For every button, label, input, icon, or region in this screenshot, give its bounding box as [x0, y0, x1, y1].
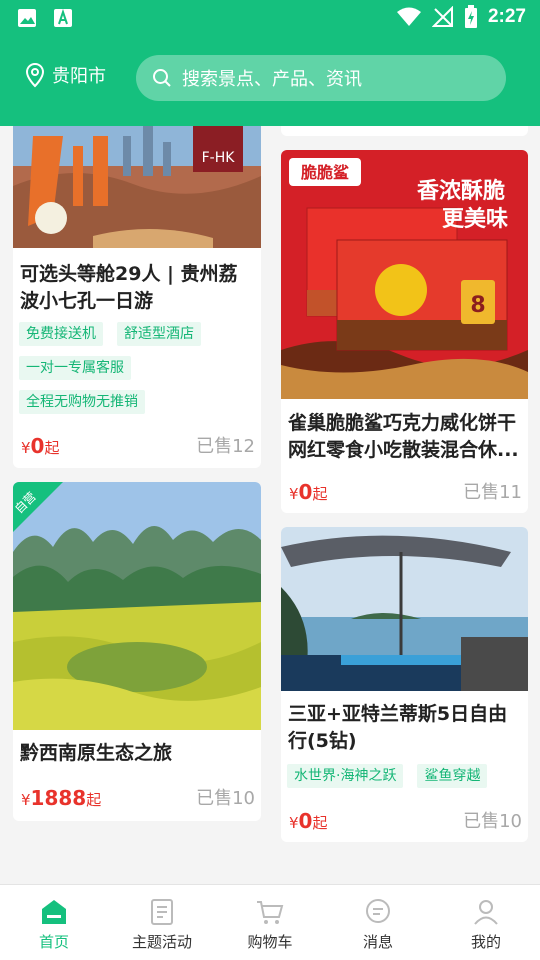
- tag-list: 水世界·海神之跃 鲨鱼穿越: [287, 764, 522, 788]
- tab-home[interactable]: 首页: [0, 885, 108, 960]
- product-feed[interactable]: F-HK 可选头等舱29人 | 贵州荔波小七孔一日游 免费接送机 舒适型酒店 一…: [0, 126, 540, 884]
- sold-count: 已售11: [463, 482, 522, 503]
- feature-tag: 全程无购物无推销: [19, 390, 145, 414]
- wifi-icon: [396, 7, 421, 26]
- price: ¥0起: [289, 809, 327, 833]
- product-title[interactable]: 可选头等舱29人 | 贵州荔波小七孔一日游: [20, 261, 254, 315]
- product-title[interactable]: 三亚+亚特兰蒂斯5日自由行(5钻): [288, 701, 521, 755]
- product-image: [281, 527, 528, 691]
- price-suffix: 起: [86, 791, 102, 809]
- tab-label: 购物车: [247, 933, 293, 951]
- home-icon: [42, 900, 66, 924]
- top-header: 贵阳市 搜索景点、产品、资讯: [0, 36, 540, 126]
- tab-cart[interactable]: 购物车: [216, 885, 324, 960]
- product-card[interactable]: F-HK 可选头等舱29人 | 贵州荔波小七孔一日游 免费接送机 舒适型酒店 一…: [13, 126, 261, 468]
- self-operated-badge: 自营: [13, 482, 63, 532]
- slogan-line-2: 更美味: [442, 206, 508, 232]
- sold-count: 已售10: [196, 788, 255, 809]
- tab-label: 首页: [38, 933, 69, 951]
- currency-symbol: ¥: [21, 791, 31, 809]
- badge-label: 自营: [13, 489, 39, 517]
- tag-list: 免费接送机 舒适型酒店 一对一专属客服 全程无购物无推销: [19, 322, 255, 414]
- gallery-icon: [18, 9, 36, 27]
- price-value: 0: [298, 480, 313, 504]
- chat-icon: [366, 899, 390, 923]
- price: ¥0起: [289, 480, 327, 504]
- location-pin-icon: [25, 62, 45, 88]
- slogan-line-1: 香浓酥脆: [417, 178, 505, 204]
- price-suffix: 起: [312, 485, 328, 503]
- product-title[interactable]: 雀巢脆脆鲨巧克力威化饼干网红零食小吃散装混合休...: [288, 410, 521, 464]
- image-caption: F-HK: [202, 150, 236, 166]
- currency-symbol: ¥: [289, 814, 299, 832]
- brand-logo: 脆脆鲨: [301, 163, 349, 182]
- tab-profile[interactable]: 我的: [432, 885, 540, 960]
- price-suffix: 起: [44, 439, 60, 457]
- price-value: 0: [30, 434, 45, 458]
- product-title[interactable]: 黔西南原生态之旅: [20, 740, 254, 767]
- currency-symbol: ¥: [289, 485, 299, 503]
- bottom-tab-bar: 首页 主题活动 购物车 消息 我的: [0, 884, 540, 960]
- battery-charging-icon: [464, 5, 477, 28]
- search-input[interactable]: 搜索景点、产品、资讯: [136, 55, 506, 101]
- no-signal-icon: [431, 6, 453, 27]
- currency-symbol: ¥: [21, 439, 31, 457]
- feature-tag: 一对一专属客服: [19, 356, 131, 380]
- tab-label: 消息: [362, 933, 393, 951]
- search-icon: [153, 69, 171, 87]
- tab-themed-activities[interactable]: 主题活动: [108, 885, 216, 960]
- price-value: 0: [298, 809, 313, 833]
- user-icon: [474, 900, 498, 925]
- sold-count: 已售10: [463, 811, 522, 832]
- tab-messages[interactable]: 消息: [324, 885, 432, 960]
- price: ¥0起: [21, 434, 59, 458]
- price: ¥1888起: [21, 786, 101, 810]
- product-card[interactable]: 三亚+亚特兰蒂斯5日自由行(5钻) 水世界·海神之跃 鲨鱼穿越 ¥0起 已售10: [281, 527, 528, 842]
- tab-label: 我的: [470, 933, 501, 951]
- status-bar: 2:27: [0, 0, 540, 36]
- location-selector[interactable]: 贵阳市: [24, 62, 106, 88]
- font-app-icon: [54, 8, 72, 27]
- pack-count: 8: [470, 293, 485, 318]
- tab-label: 主题活动: [131, 933, 192, 951]
- sold-count: 已售12: [196, 436, 255, 457]
- price-suffix: 起: [312, 814, 328, 832]
- product-card[interactable]: 8 脆脆鲨 香浓酥脆 更美味 雀巢脆脆鲨巧克力威化饼干网红零食小吃散装混合休..…: [281, 150, 528, 513]
- feature-tag: 免费接送机: [19, 322, 103, 346]
- product-card[interactable]: 自营 黔西南原生态之旅 ¥1888起 已售10: [13, 482, 261, 821]
- cart-icon: [257, 901, 284, 924]
- feature-tag: 鲨鱼穿越: [417, 764, 488, 788]
- clock: 2:27: [487, 6, 526, 27]
- feature-tag: 舒适型酒店: [117, 322, 201, 346]
- product-card[interactable]: [281, 126, 528, 136]
- location-label: 贵阳市: [52, 66, 106, 87]
- price-value: 1888: [30, 786, 87, 810]
- document-icon: [151, 899, 173, 925]
- feature-tag: 水世界·海神之跃: [287, 764, 404, 788]
- product-image: 8 脆脆鲨 香浓酥脆 更美味: [281, 150, 528, 399]
- search-placeholder: 搜索景点、产品、资讯: [182, 69, 362, 90]
- product-image: F-HK: [13, 126, 261, 248]
